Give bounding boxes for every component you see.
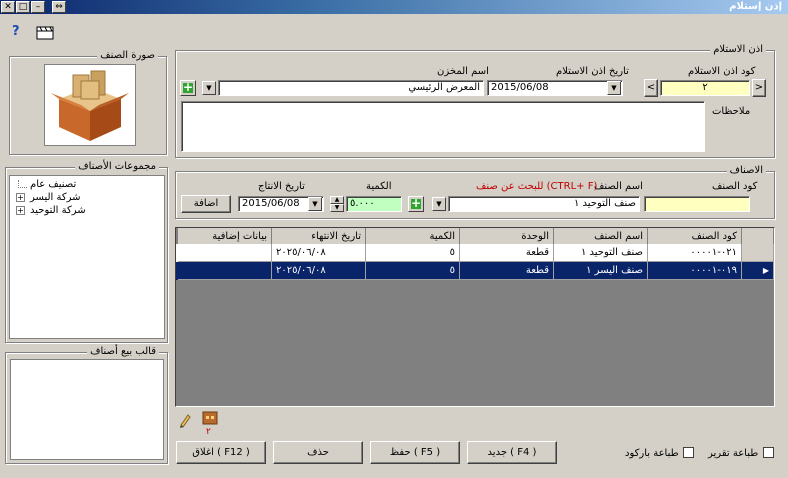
new-button[interactable]: جديد ( F4 ) xyxy=(467,441,557,464)
table-row[interactable]: ٠٢١-٠٠٠٠١ صنف التوحيد ١ قطعة ٥ ٢٠٢٥/٠٦/٠… xyxy=(176,244,774,262)
cell-code: ٠٢١-٠٠٠٠١ xyxy=(648,244,742,262)
receipt-date-label: تاريخ اذن الاستلام xyxy=(556,66,629,77)
maximize-button[interactable]: □ xyxy=(16,1,30,13)
tree-item[interactable]: شركة اليسر xyxy=(30,192,80,203)
store-dropdown-icon[interactable]: ▼ xyxy=(202,81,216,95)
pencil-icon[interactable] xyxy=(178,412,192,428)
cell-extra xyxy=(178,244,272,262)
help-icon[interactable]: ? xyxy=(12,24,26,40)
chevron-down-icon[interactable]: ▼ xyxy=(607,81,621,95)
prod-date-label: تاريخ الانتاج xyxy=(258,181,305,192)
receipt-legend: اذن الاستلام xyxy=(710,44,766,55)
item-code-field[interactable] xyxy=(644,196,750,212)
items-table[interactable]: كود الصنف اسم الصنف الوحدة الكمية تاريخ … xyxy=(175,227,775,407)
items-legend: الاصناف xyxy=(726,165,766,176)
cell-unit: قطعة xyxy=(460,262,554,280)
item-name-field[interactable]: صنف التوحيد ١ xyxy=(448,196,640,212)
close-button[interactable]: ✕ xyxy=(1,1,15,13)
box-icon[interactable] xyxy=(202,410,218,426)
tree-item[interactable]: شركة التوحيد xyxy=(30,205,86,216)
item-name-label: اسم الصنف xyxy=(594,181,643,192)
notes-label: ملاحظات xyxy=(712,106,751,117)
plus-icon xyxy=(411,196,421,210)
next-button[interactable]: > xyxy=(752,79,766,97)
row-selector[interactable] xyxy=(742,244,774,262)
boxes-icon xyxy=(51,70,129,141)
search-hint: للبحث عن صنف (CTRL+ F) xyxy=(476,181,598,192)
row-selected-arrow-icon[interactable]: ▶ xyxy=(742,262,774,280)
item-code-label: كود الصنف xyxy=(712,181,758,192)
print-barcode-label: طباعة باركود xyxy=(625,448,679,459)
expand-icon[interactable]: + xyxy=(16,206,25,215)
table-row-selected[interactable]: ▶ ٠١٩-٠٠٠٠١ صنف اليسر ١ قطعة ٥ ٢٠٢٥/٠٦/٠… xyxy=(176,262,774,280)
tree-line xyxy=(18,180,27,188)
print-report-checkbox[interactable] xyxy=(763,447,774,458)
cell-expiry: ٢٠٢٥/٠٦/٠٨ xyxy=(272,262,366,280)
add-qty-button[interactable] xyxy=(408,196,424,212)
item-image xyxy=(44,64,136,146)
qty-spinner[interactable]: ▲ ▼ xyxy=(330,196,344,212)
prod-date-value: 2015/06/08 xyxy=(242,198,300,209)
receipt-code-field[interactable]: ٢ xyxy=(660,80,750,96)
prev-button[interactable]: < xyxy=(644,79,658,97)
delete-button[interactable]: حذف xyxy=(273,441,363,464)
plus-icon xyxy=(183,80,193,94)
template-list[interactable] xyxy=(10,359,164,460)
receipt-date-value: 2015/06/08 xyxy=(491,82,549,93)
receipt-code-label: كود اذن الاستلام xyxy=(688,66,756,77)
cell-qty: ٥ xyxy=(366,262,460,280)
close-window-button[interactable]: اغلاق ( F12 ) xyxy=(176,441,266,464)
clapperboard-icon[interactable] xyxy=(36,26,54,40)
title-bar: ✕ □ – ⇔ إذن إستلام xyxy=(0,0,788,14)
tree-item[interactable]: تصنيف عام xyxy=(30,179,76,190)
groups-legend: مجموعات الأصناف xyxy=(75,161,159,172)
cell-name: صنف التوحيد ١ xyxy=(554,244,648,262)
prod-date-dropdown-icon[interactable]: ▼ xyxy=(308,197,322,211)
image-legend: صورة الصنف xyxy=(97,50,158,61)
qty-field[interactable]: ٥.٠٠٠ xyxy=(346,196,402,212)
window-title: إذن إستلام xyxy=(729,1,782,12)
add-store-button[interactable] xyxy=(180,80,196,96)
store-field[interactable]: المعرض الرئيسي xyxy=(218,80,484,96)
expand-icon[interactable]: + xyxy=(16,193,25,202)
print-report-label: طباعة تقرير xyxy=(708,448,759,459)
cell-unit: قطعة xyxy=(460,244,554,262)
cell-qty: ٥ xyxy=(366,244,460,262)
badge-count: ٢ xyxy=(206,427,211,437)
restore-button[interactable]: ⇔ xyxy=(52,1,66,13)
cell-name: صنف اليسر ١ xyxy=(554,262,648,280)
qty-label: الكمية xyxy=(366,181,392,192)
save-button[interactable]: حفظ ( F5 ) xyxy=(370,441,460,464)
item-dropdown-icon[interactable]: ▼ xyxy=(432,197,446,211)
add-item-button[interactable]: اضافة xyxy=(181,195,231,213)
cell-code: ٠١٩-٠٠٠٠١ xyxy=(648,262,742,280)
groups-tree[interactable]: تصنيف عام + شركة اليسر + شركة التوحيد xyxy=(9,175,165,339)
cell-extra xyxy=(178,262,272,280)
print-barcode-checkbox[interactable] xyxy=(683,447,694,458)
cell-expiry: ٢٠٢٥/٠٦/٠٨ xyxy=(272,244,366,262)
receipt-date-field[interactable]: 2015/06/08 xyxy=(487,80,623,96)
template-legend: قالب بيع أصناف xyxy=(87,346,159,357)
minimize-button[interactable]: – xyxy=(31,1,45,13)
spin-down-icon[interactable]: ▼ xyxy=(330,204,344,212)
notes-textarea[interactable] xyxy=(181,101,705,152)
store-label: اسم المخزن xyxy=(437,66,489,77)
spin-up-icon[interactable]: ▲ xyxy=(330,196,344,204)
